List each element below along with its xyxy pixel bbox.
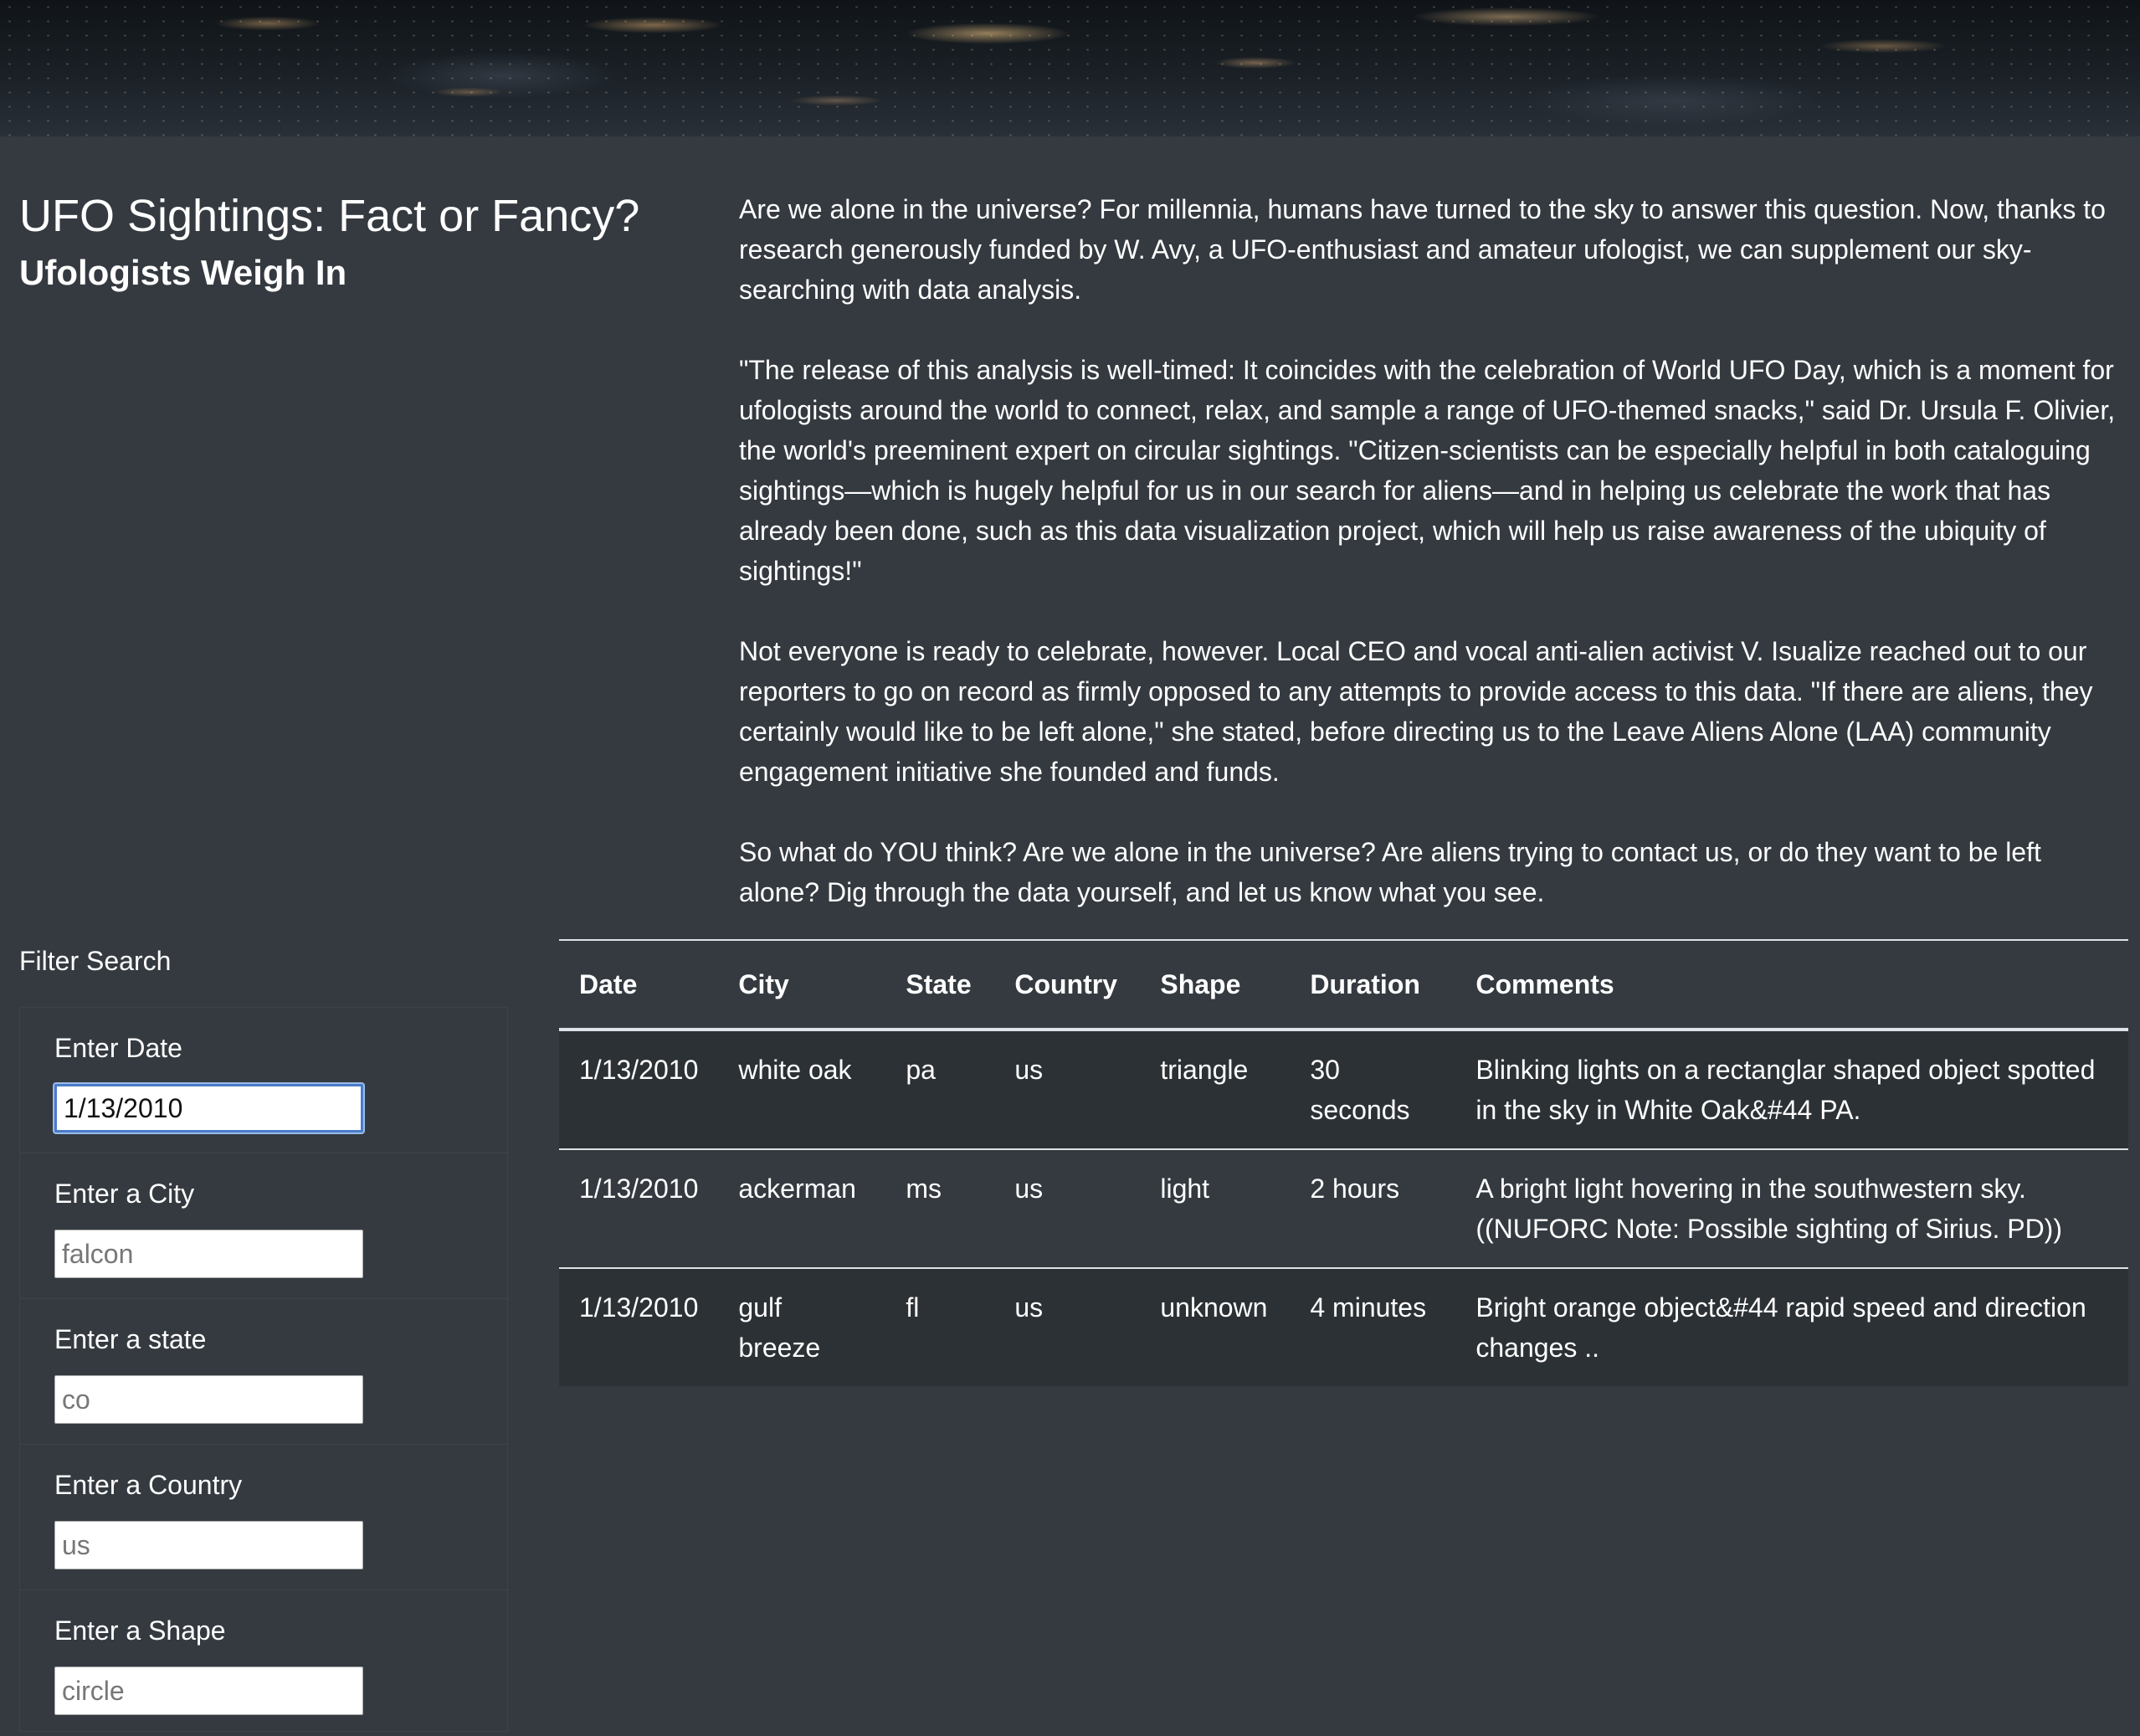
cell-comments: A bright light hovering in the southwest… xyxy=(1455,1149,2128,1269)
cell-state: ms xyxy=(885,1149,995,1269)
filter-item-city: Enter a City xyxy=(20,1153,509,1299)
page-subtitle: Ufologists Weigh In xyxy=(19,253,347,292)
page-title: UFO Sightings: Fact or Fancy? xyxy=(19,191,640,241)
cell-country: us xyxy=(994,1149,1141,1269)
table-row: 1/13/2010 ackerman ms us light 2 hours A… xyxy=(559,1149,2128,1269)
article-paragraph: Are we alone in the universe? For millen… xyxy=(739,194,2106,305)
cell-country: us xyxy=(1014,1292,1044,1323)
filter-label-country: Enter a Country xyxy=(54,1470,243,1500)
table-body: 1/13/2010 white oak pa us triangle 30 se… xyxy=(559,1030,2128,1386)
table-header-row: Date City State Country Shape Duration C… xyxy=(559,939,2128,1031)
filter-item-shape: Enter a Shape xyxy=(20,1590,509,1736)
country-input[interactable] xyxy=(54,1521,363,1569)
column-header-shape: Shape xyxy=(1140,939,1291,1031)
hero-city-lights xyxy=(0,0,2140,136)
filter-panel: Enter Date Enter a City Enter a state En… xyxy=(19,1007,509,1732)
cell-shape: triangle xyxy=(1140,1030,1291,1150)
ufo-table: Date City State Country Shape Duration C… xyxy=(559,939,2128,1386)
cell-date: 1/13/2010 xyxy=(559,1030,719,1150)
cell-city: gulf breeze xyxy=(738,1292,821,1363)
table-header: Date City State Country Shape Duration C… xyxy=(559,939,2128,1031)
filter-item-date: Enter Date xyxy=(20,1008,509,1153)
cell-date: 1/13/2010 xyxy=(579,1292,699,1323)
article-paragraph: Not everyone is ready to celebrate, howe… xyxy=(739,636,2093,787)
filter-label-date: Enter Date xyxy=(54,1033,182,1063)
cell-state: pa xyxy=(885,1030,995,1150)
filter-label-state: Enter a state xyxy=(54,1324,207,1354)
cell-city: ackerman xyxy=(718,1149,886,1269)
column-header-city: City xyxy=(718,939,886,1031)
filter-label-shape: Enter a Shape xyxy=(54,1615,226,1646)
cell-city: white oak xyxy=(718,1030,886,1150)
article-paragraph: So what do YOU think? Are we alone in th… xyxy=(739,837,2041,907)
column-header-date: Date xyxy=(559,939,719,1031)
table-row: 1/13/2010 white oak pa us triangle 30 se… xyxy=(559,1030,2128,1150)
cell-country: us xyxy=(994,1030,1141,1150)
article-paragraph: "The release of this analysis is well-ti… xyxy=(739,355,2116,586)
filter-item-state: Enter a state xyxy=(20,1299,509,1445)
column-header-comments: Comments xyxy=(1455,939,2128,1031)
state-input[interactable] xyxy=(54,1375,363,1424)
filter-item-country: Enter a Country xyxy=(20,1445,509,1590)
column-header-state: State xyxy=(885,939,995,1031)
column-header-duration: Duration xyxy=(1290,939,1456,1031)
title-block: UFO Sightings: Fact or Fancy? Ufologists… xyxy=(19,189,689,296)
cell-date: 1/13/2010 xyxy=(559,1149,719,1269)
cell-comments: Bright orange object&#44 rapid speed and… xyxy=(1475,1292,2086,1363)
ufo-table-container: Date City State Country Shape Duration C… xyxy=(559,939,2128,1386)
filter-label-city: Enter a City xyxy=(54,1179,195,1209)
table-row: 1/13/2010 gulf breeze fl us unknown 4 mi… xyxy=(559,1268,2128,1386)
column-header-country: Country xyxy=(994,939,1141,1031)
cell-shape: unknown xyxy=(1160,1292,1268,1323)
date-input[interactable] xyxy=(54,1084,363,1133)
cell-duration: 2 hours xyxy=(1290,1149,1456,1269)
cell-comments: Blinking lights on a rectanglar shaped o… xyxy=(1455,1030,2128,1150)
cell-state: fl xyxy=(906,1292,920,1323)
cell-shape: light xyxy=(1140,1149,1291,1269)
article-body: Are we alone in the universe? For millen… xyxy=(739,189,2128,953)
cell-duration: 30 seconds xyxy=(1290,1030,1456,1150)
shape-input[interactable] xyxy=(54,1667,363,1715)
city-input[interactable] xyxy=(54,1230,363,1278)
cell-duration: 4 minutes xyxy=(1310,1292,1427,1323)
filter-search-heading: Filter Search xyxy=(19,946,172,976)
